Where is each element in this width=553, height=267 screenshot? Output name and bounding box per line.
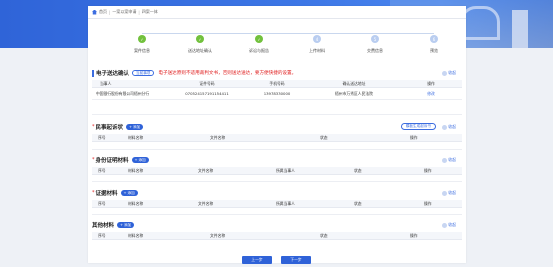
steps-track (142, 33, 434, 34)
breadcrumb-item: 四案一体 (141, 9, 158, 14)
breadcrumb-item[interactable]: 一案以案申请 (112, 9, 136, 15)
section-title: 其他材料 (92, 223, 115, 229)
section-title: 民事起诉状 (95, 125, 124, 131)
collapse-icon (442, 190, 448, 196)
collapse-toggle[interactable]: 收起 (442, 124, 456, 130)
add-button[interactable]: + 添加 (131, 157, 149, 163)
step-number: 5 (371, 35, 379, 43)
home-icon[interactable] (92, 9, 97, 15)
step-6: 6 预览 (414, 35, 454, 54)
plus-icon: + (120, 223, 124, 227)
section-marker (92, 69, 94, 77)
step-number: 4 (313, 35, 321, 43)
check-icon: ✓ (138, 35, 146, 43)
collapse-toggle[interactable]: 收起 (442, 157, 456, 163)
add-button[interactable]: + 添加 (120, 190, 138, 196)
add-button[interactable]: + 添加 (117, 222, 135, 228)
check-icon: ✓ (255, 35, 263, 43)
collapse-toggle[interactable]: 收起 (442, 70, 456, 76)
collapse-toggle[interactable]: 收起 (442, 222, 456, 228)
section-title: 电子送达确认 (96, 71, 130, 77)
identity-section: * 身份证明材料 + 添加 收起 序号 材料名称 文件名称 所属当事人 状态 操作 (92, 155, 462, 175)
table-header: 序号 材料名称 文件名称 状态 操作 (92, 134, 462, 142)
divider (88, 18, 466, 19)
section-title: 证据材料 (95, 191, 118, 197)
required-mark: * (92, 190, 95, 196)
current-item-chip[interactable]: 当前事项 (132, 70, 155, 76)
table-header: 序号 材料名称 文件名称 状态 操作 (92, 232, 462, 240)
plus-icon: + (123, 191, 127, 195)
breadcrumb: 首页 | 一案以案申请 | 四案一体 (92, 9, 158, 15)
required-mark: * (92, 157, 95, 163)
step-3: ✓ 诉讼与报告 (239, 35, 279, 54)
prev-button[interactable]: 上一步 (242, 256, 272, 264)
step-4: 4 上传材料 (297, 35, 337, 54)
banner-building (512, 10, 528, 48)
required-mark: * (92, 124, 95, 130)
delivery-section: 电子送达确认 当前事项 电子送达原则不适用裁判文书，否则送达送达，要方便快捷的设… (92, 68, 462, 100)
next-button[interactable]: 下一步 (281, 256, 311, 264)
step-label: 上传材料 (309, 48, 325, 53)
collapse-icon (442, 157, 448, 163)
step-label: 诉讼与报告 (249, 48, 269, 53)
collapse-icon (442, 222, 448, 228)
step-label: 预览 (430, 48, 438, 53)
check-icon: ✓ (196, 35, 204, 43)
step-number: 6 (430, 35, 438, 43)
collapse-icon (442, 70, 448, 76)
main-panel: 首页 | 一案以案申请 | 四案一体 ✓ 案件信息 ✓ 送达地址确认 ✓ 诉讼与… (88, 6, 466, 264)
table-header: 序号 材料名称 文件名称 所属当事人 状态 操作 (92, 167, 462, 175)
plus-icon: + (129, 125, 133, 129)
edit-link[interactable]: 修改 (400, 91, 462, 97)
collapse-icon (442, 124, 448, 130)
generate-complaint-button[interactable]: 模板生成起诉书 (400, 123, 436, 130)
step-label: 送达地址确认 (188, 48, 212, 53)
complaint-section: * 民事起诉状 + 添加 模板生成起诉书 收起 序号 材料名称 文件名称 状态 操… (92, 122, 462, 142)
step-5: 5 交费信息 (355, 35, 395, 54)
section-title: 身份证明材料 (95, 158, 129, 164)
step-2: ✓ 送达地址确认 (180, 35, 220, 54)
add-button[interactable]: + 添加 (126, 124, 144, 130)
breadcrumb-separator: | (138, 9, 140, 15)
breadcrumb-item[interactable]: 首页 (99, 9, 107, 15)
table-row: 中国银行股份有限公司梧州分行 070524157191154411 139783… (92, 88, 462, 100)
step-label: 案件信息 (134, 48, 150, 53)
collapse-toggle[interactable]: 收起 (442, 190, 456, 196)
plus-icon: + (134, 158, 138, 162)
step-label: 交费信息 (367, 48, 383, 53)
delivery-warning: 电子送达原则不适用裁判文书，否则送达送达，要方便快捷的设置。 (158, 71, 297, 76)
other-section: 其他材料 + 添加 收起 序号 材料名称 文件名称 状态 操作 (92, 220, 462, 240)
table-header: 序号 材料名称 文件名称 所属当事人 状态 操作 (92, 200, 462, 208)
table-header: 当事人 证件号码 手机号码 确认送达地址 操作 (92, 80, 462, 88)
breadcrumb-separator: | (109, 9, 111, 15)
evidence-section: * 证据材料 + 添加 收起 序号 材料名称 文件名称 所属当事人 状态 操作 (92, 188, 462, 208)
banner-arch (460, 6, 500, 40)
step-1: ✓ 案件信息 (122, 35, 162, 54)
